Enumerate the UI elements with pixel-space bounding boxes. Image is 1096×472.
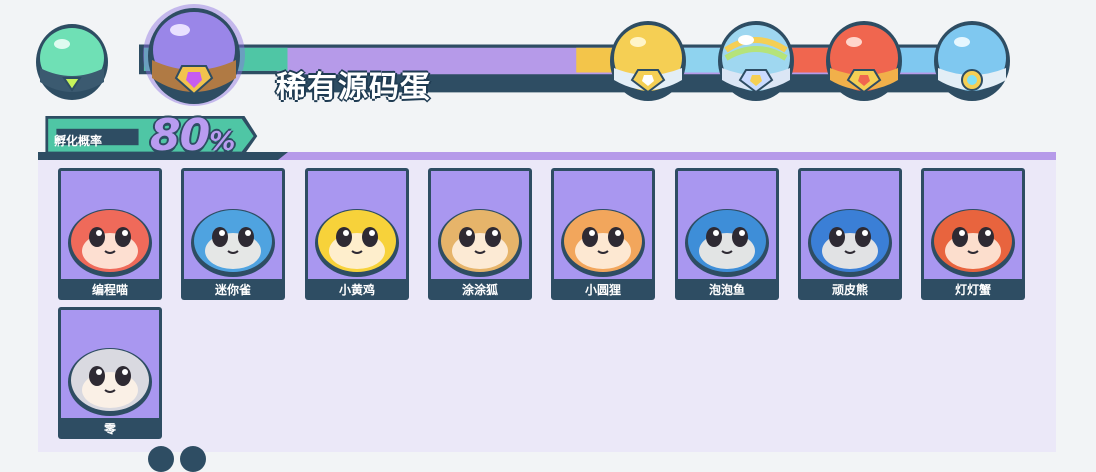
pet-avatar-icon [315, 209, 399, 277]
rate-label: 孵化概率 [54, 134, 103, 148]
egg-tab-green[interactable] [34, 22, 110, 102]
rainbow-egg-icon [718, 21, 794, 101]
pet-name: 小圆狸 [584, 283, 621, 297]
pet-portrait [308, 171, 406, 279]
pet-portrait [61, 310, 159, 418]
panel-top-bar-dark [38, 152, 288, 160]
pet-name: 小黄鸡 [338, 283, 375, 297]
pet-card[interactable]: 小圆狸 [551, 168, 655, 300]
pet-name: 编程喵 [91, 283, 128, 297]
pet-card[interactable]: 灯灯蟹 [921, 168, 1025, 300]
pet-avatar-icon [191, 209, 275, 277]
pet-name: 零 [103, 422, 116, 436]
pet-portrait [61, 171, 159, 279]
green-egg-icon [36, 24, 108, 100]
pet-avatar-icon [438, 209, 522, 277]
pet-card[interactable]: 小黄鸡 [305, 168, 409, 300]
pet-avatar-icon [561, 209, 645, 277]
egg-tab-gold[interactable] [608, 20, 688, 102]
pet-name: 灯灯蟹 [954, 283, 991, 297]
egg-detail-screen: 稀有源码蛋 孵化概率 80% 编程喵 迷你雀 小黄鸡 涂涂狐 小圆狸 泡泡鱼 顽… [0, 0, 1096, 472]
pet-portrait [924, 171, 1022, 279]
egg-tab-blue[interactable] [932, 20, 1012, 102]
page-dot-2[interactable] [180, 446, 206, 472]
pet-portrait [431, 171, 529, 279]
pet-card[interactable]: 迷你雀 [181, 168, 285, 300]
page-title: 稀有源码蛋 [276, 70, 431, 105]
pet-avatar-icon [68, 348, 152, 416]
pet-card[interactable]: 泡泡鱼 [675, 168, 779, 300]
pet-name: 迷你雀 [214, 283, 251, 297]
pet-avatar-icon [68, 209, 152, 277]
pet-portrait [184, 171, 282, 279]
egg-tab-purple[interactable] [142, 2, 246, 108]
pet-avatar-icon [685, 209, 769, 277]
pet-name: 涂涂狐 [461, 283, 498, 297]
red-egg-icon [826, 21, 902, 101]
page-dot-1[interactable] [148, 446, 174, 472]
pet-portrait [801, 171, 899, 279]
pet-card[interactable]: 涂涂狐 [428, 168, 532, 300]
pet-card[interactable]: 零 [58, 307, 162, 439]
egg-tab-red[interactable] [824, 20, 904, 102]
gold-egg-icon [610, 21, 686, 101]
pet-name: 顽皮熊 [831, 283, 868, 297]
pet-card[interactable]: 顽皮熊 [798, 168, 902, 300]
pet-card[interactable]: 编程喵 [58, 168, 162, 300]
purple-egg-icon [143, 4, 245, 106]
pet-portrait [554, 171, 652, 279]
pet-name: 泡泡鱼 [708, 283, 745, 297]
pet-portrait [678, 171, 776, 279]
pet-avatar-icon [931, 209, 1015, 277]
egg-tab-rainbow[interactable] [716, 20, 796, 102]
pet-avatar-icon [808, 209, 892, 277]
blue-egg-icon [934, 21, 1010, 101]
